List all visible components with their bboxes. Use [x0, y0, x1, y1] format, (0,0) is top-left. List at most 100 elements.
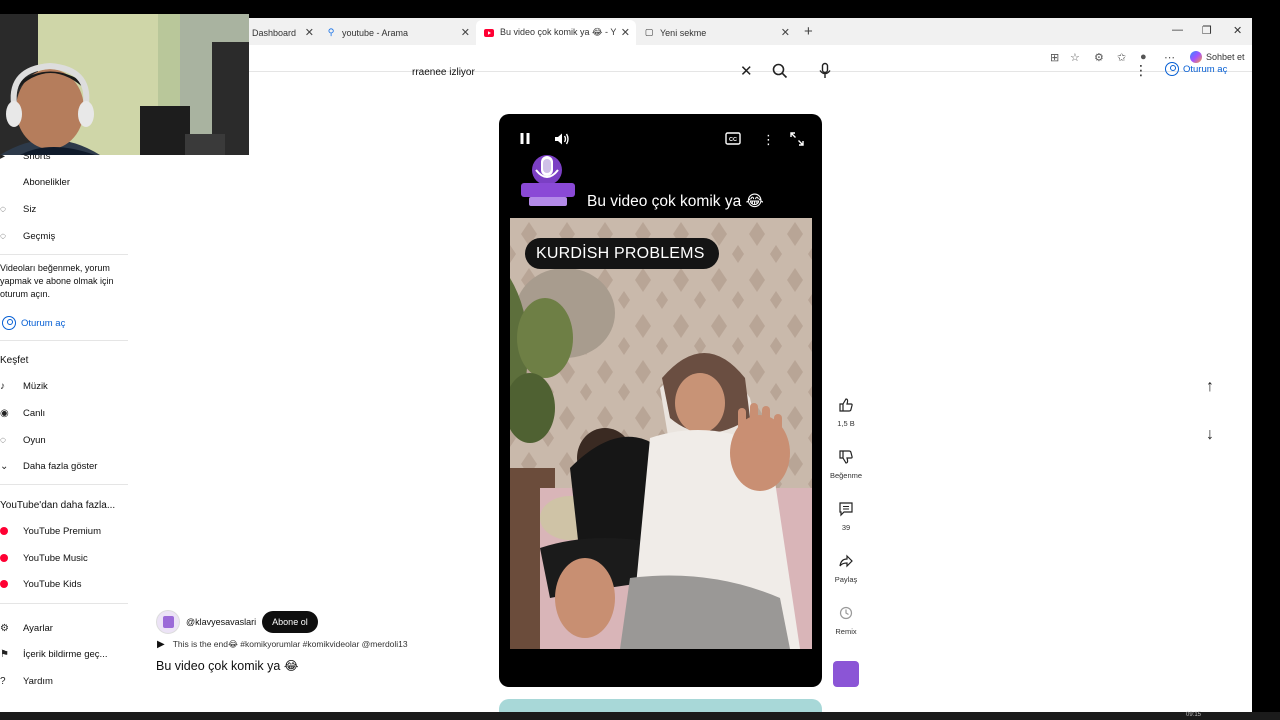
sidebar-item-subscriptions[interactable]: Abonelikler — [0, 174, 70, 190]
close-icon[interactable]: ✕ — [781, 26, 790, 39]
comments-button[interactable]: 39 — [826, 500, 866, 532]
sidebar-item-settings[interactable]: ⚙ Ayarlar — [0, 620, 53, 636]
favorites-icon[interactable]: ✩ — [1117, 51, 1126, 64]
sidebar-item-show-more[interactable]: ⌄ Daha fazla göster — [0, 458, 97, 474]
os-taskbar — [0, 712, 1280, 720]
comment-count: 39 — [841, 523, 851, 532]
tab-youtube-search[interactable]: ⚲ youtube - Arama ✕ — [318, 20, 476, 45]
pause-icon[interactable] — [519, 132, 531, 148]
extension-icon[interactable]: ⚙ — [1094, 51, 1104, 64]
sidebar-item-youtube-premium[interactable]: YouTube Premium — [0, 523, 101, 539]
sidebar-item-gaming[interactable]: ◌ Oyun — [0, 432, 46, 448]
explore-heading: Keşfet — [0, 355, 29, 366]
sidebar-divider — [0, 484, 128, 485]
shorts-title-overlay: Bu video çok komik ya 😂 — [587, 193, 764, 210]
next-short-preview[interactable] — [499, 699, 822, 712]
reader-icon[interactable]: ⊞ — [1050, 51, 1059, 64]
screen-border-right — [1252, 0, 1280, 720]
copilot-label: Sohbet et — [1206, 52, 1245, 62]
more-options-icon[interactable]: ⋮ — [762, 132, 775, 148]
account-icon — [1165, 62, 1179, 76]
help-icon: ? — [0, 675, 6, 687]
webcam-image — [0, 14, 249, 155]
settings-icon: ⚙ — [0, 622, 9, 634]
close-icon[interactable]: ✕ — [461, 26, 470, 39]
settings-dots-icon[interactable]: ⋮ — [1134, 62, 1148, 79]
voice-search-button[interactable] — [818, 62, 832, 80]
favorite-star-icon[interactable]: ☆ — [1070, 51, 1080, 64]
channel-avatar-button[interactable] — [833, 661, 859, 687]
subscribe-button[interactable]: Abone ol — [262, 611, 318, 633]
search-value: rraenee izliyor — [412, 66, 475, 78]
remix-icon — [836, 604, 856, 622]
video-scene-image — [510, 218, 812, 649]
video-description[interactable]: ▶ This is the end😂 #komikyorumlar #komik… — [157, 639, 408, 650]
close-window-icon[interactable]: ✕ — [1233, 24, 1242, 37]
dislike-button[interactable]: Beğenme — [826, 448, 866, 480]
tab-label: Dashboard — [252, 27, 297, 38]
comment-icon — [836, 500, 856, 518]
tab-new-tab[interactable]: ▢ Yeni sekme ✕ — [636, 20, 796, 45]
shorts-video-player[interactable]: CC ⋮ Bu video çok komik ya 😂 KURDİSH PRO… — [499, 114, 822, 687]
minimize-icon[interactable]: — — [1172, 24, 1183, 36]
sidebar-divider — [0, 254, 128, 255]
arrow-down-icon[interactable]: ↓ — [1206, 426, 1214, 444]
close-icon[interactable]: ✕ — [621, 26, 630, 39]
remix-button[interactable]: Remix — [826, 604, 866, 636]
tab-label: Yeni sekme — [660, 27, 707, 38]
sidebar-item-youtube-kids[interactable]: YouTube Kids — [0, 576, 81, 592]
channel-name[interactable]: @klavyesavaslari — [186, 617, 256, 627]
channel-owner-row: @klavyesavaslari Abone ol — [156, 610, 318, 634]
search-icon: ⚲ — [327, 27, 335, 37]
play-icon: ▶ — [157, 639, 165, 650]
maximize-icon[interactable]: ❐ — [1202, 24, 1212, 37]
clear-search-icon[interactable]: ✕ — [740, 62, 753, 80]
youtube-music-icon — [0, 554, 8, 562]
tab-label: Bu video çok komik ya 😂 - Y — [500, 27, 617, 37]
arrow-up-icon[interactable]: ↑ — [1206, 378, 1214, 396]
tab-label: youtube - Arama — [342, 27, 409, 38]
tab-dashboard[interactable]: Dashboard ✕ — [244, 20, 320, 45]
sidebar-item-music[interactable]: ♪ Müzik — [0, 378, 48, 394]
account-icon — [2, 316, 16, 330]
sidebar-item-history[interactable]: ◌ Geçmiş — [0, 228, 55, 244]
volume-icon[interactable] — [554, 132, 570, 149]
video-frame[interactable]: KURDİSH PROBLEMS — [510, 218, 812, 649]
sidebar-item-live[interactable]: ◉ Canlı — [0, 405, 45, 421]
gaming-icon: ◌ — [0, 434, 6, 446]
captions-icon[interactable]: CC — [725, 132, 741, 148]
new-tab-button[interactable]: + — [804, 23, 813, 40]
channel-avatar[interactable] — [156, 610, 180, 634]
music-icon: ♪ — [0, 380, 5, 392]
fullscreen-icon[interactable] — [790, 132, 804, 149]
signin-prompt-text: Videoları beğenmek, yorum yapmak ve abon… — [0, 263, 114, 299]
search-icon — [772, 63, 788, 79]
channel-logo-badge — [519, 148, 579, 214]
sidebar-item-report-history[interactable]: ⚑ İçerik bildirme geç... — [0, 646, 107, 662]
sidebar-item-help[interactable]: ? Yardım — [0, 673, 53, 689]
close-icon[interactable]: ✕ — [305, 26, 314, 39]
thumbs-up-icon — [836, 396, 856, 414]
taskbar-clock: 09:15 — [1186, 712, 1202, 718]
like-button[interactable]: 1,5 B — [826, 396, 866, 428]
live-icon: ◉ — [0, 407, 9, 419]
signin-label: Oturum aç — [1183, 63, 1228, 75]
tab-current-video[interactable]: Bu video çok komik ya 😂 - Y ✕ — [476, 20, 636, 45]
video-title: Bu video çok komik ya 😂 — [156, 659, 299, 673]
sidebar: ▸ Shorts Abonelikler ◌ Siz ◌ Geçmiş Videola… — [0, 148, 135, 708]
thumbs-down-icon — [836, 448, 856, 466]
sidebar-divider — [0, 340, 128, 341]
sidebar-item-you[interactable]: ◌ Siz — [0, 201, 36, 217]
youtube-kids-icon — [0, 580, 8, 588]
you-icon: ◌ — [0, 203, 6, 215]
share-button[interactable]: Paylaş — [826, 552, 866, 584]
search-button[interactable] — [771, 62, 789, 80]
sidebar-signin-button[interactable]: Oturum aç — [2, 313, 65, 333]
signin-button[interactable]: Oturum aç — [1165, 62, 1227, 76]
search-input[interactable]: rraenee izliyor — [402, 60, 758, 84]
youtube-icon — [484, 28, 494, 38]
more-from-youtube-heading: YouTube'dan daha fazla... — [0, 500, 116, 511]
sidebar-item-youtube-music[interactable]: YouTube Music — [0, 550, 88, 566]
remix-label: Remix — [835, 627, 857, 636]
video-caption-label: KURDİSH PROBLEMS — [525, 238, 719, 269]
